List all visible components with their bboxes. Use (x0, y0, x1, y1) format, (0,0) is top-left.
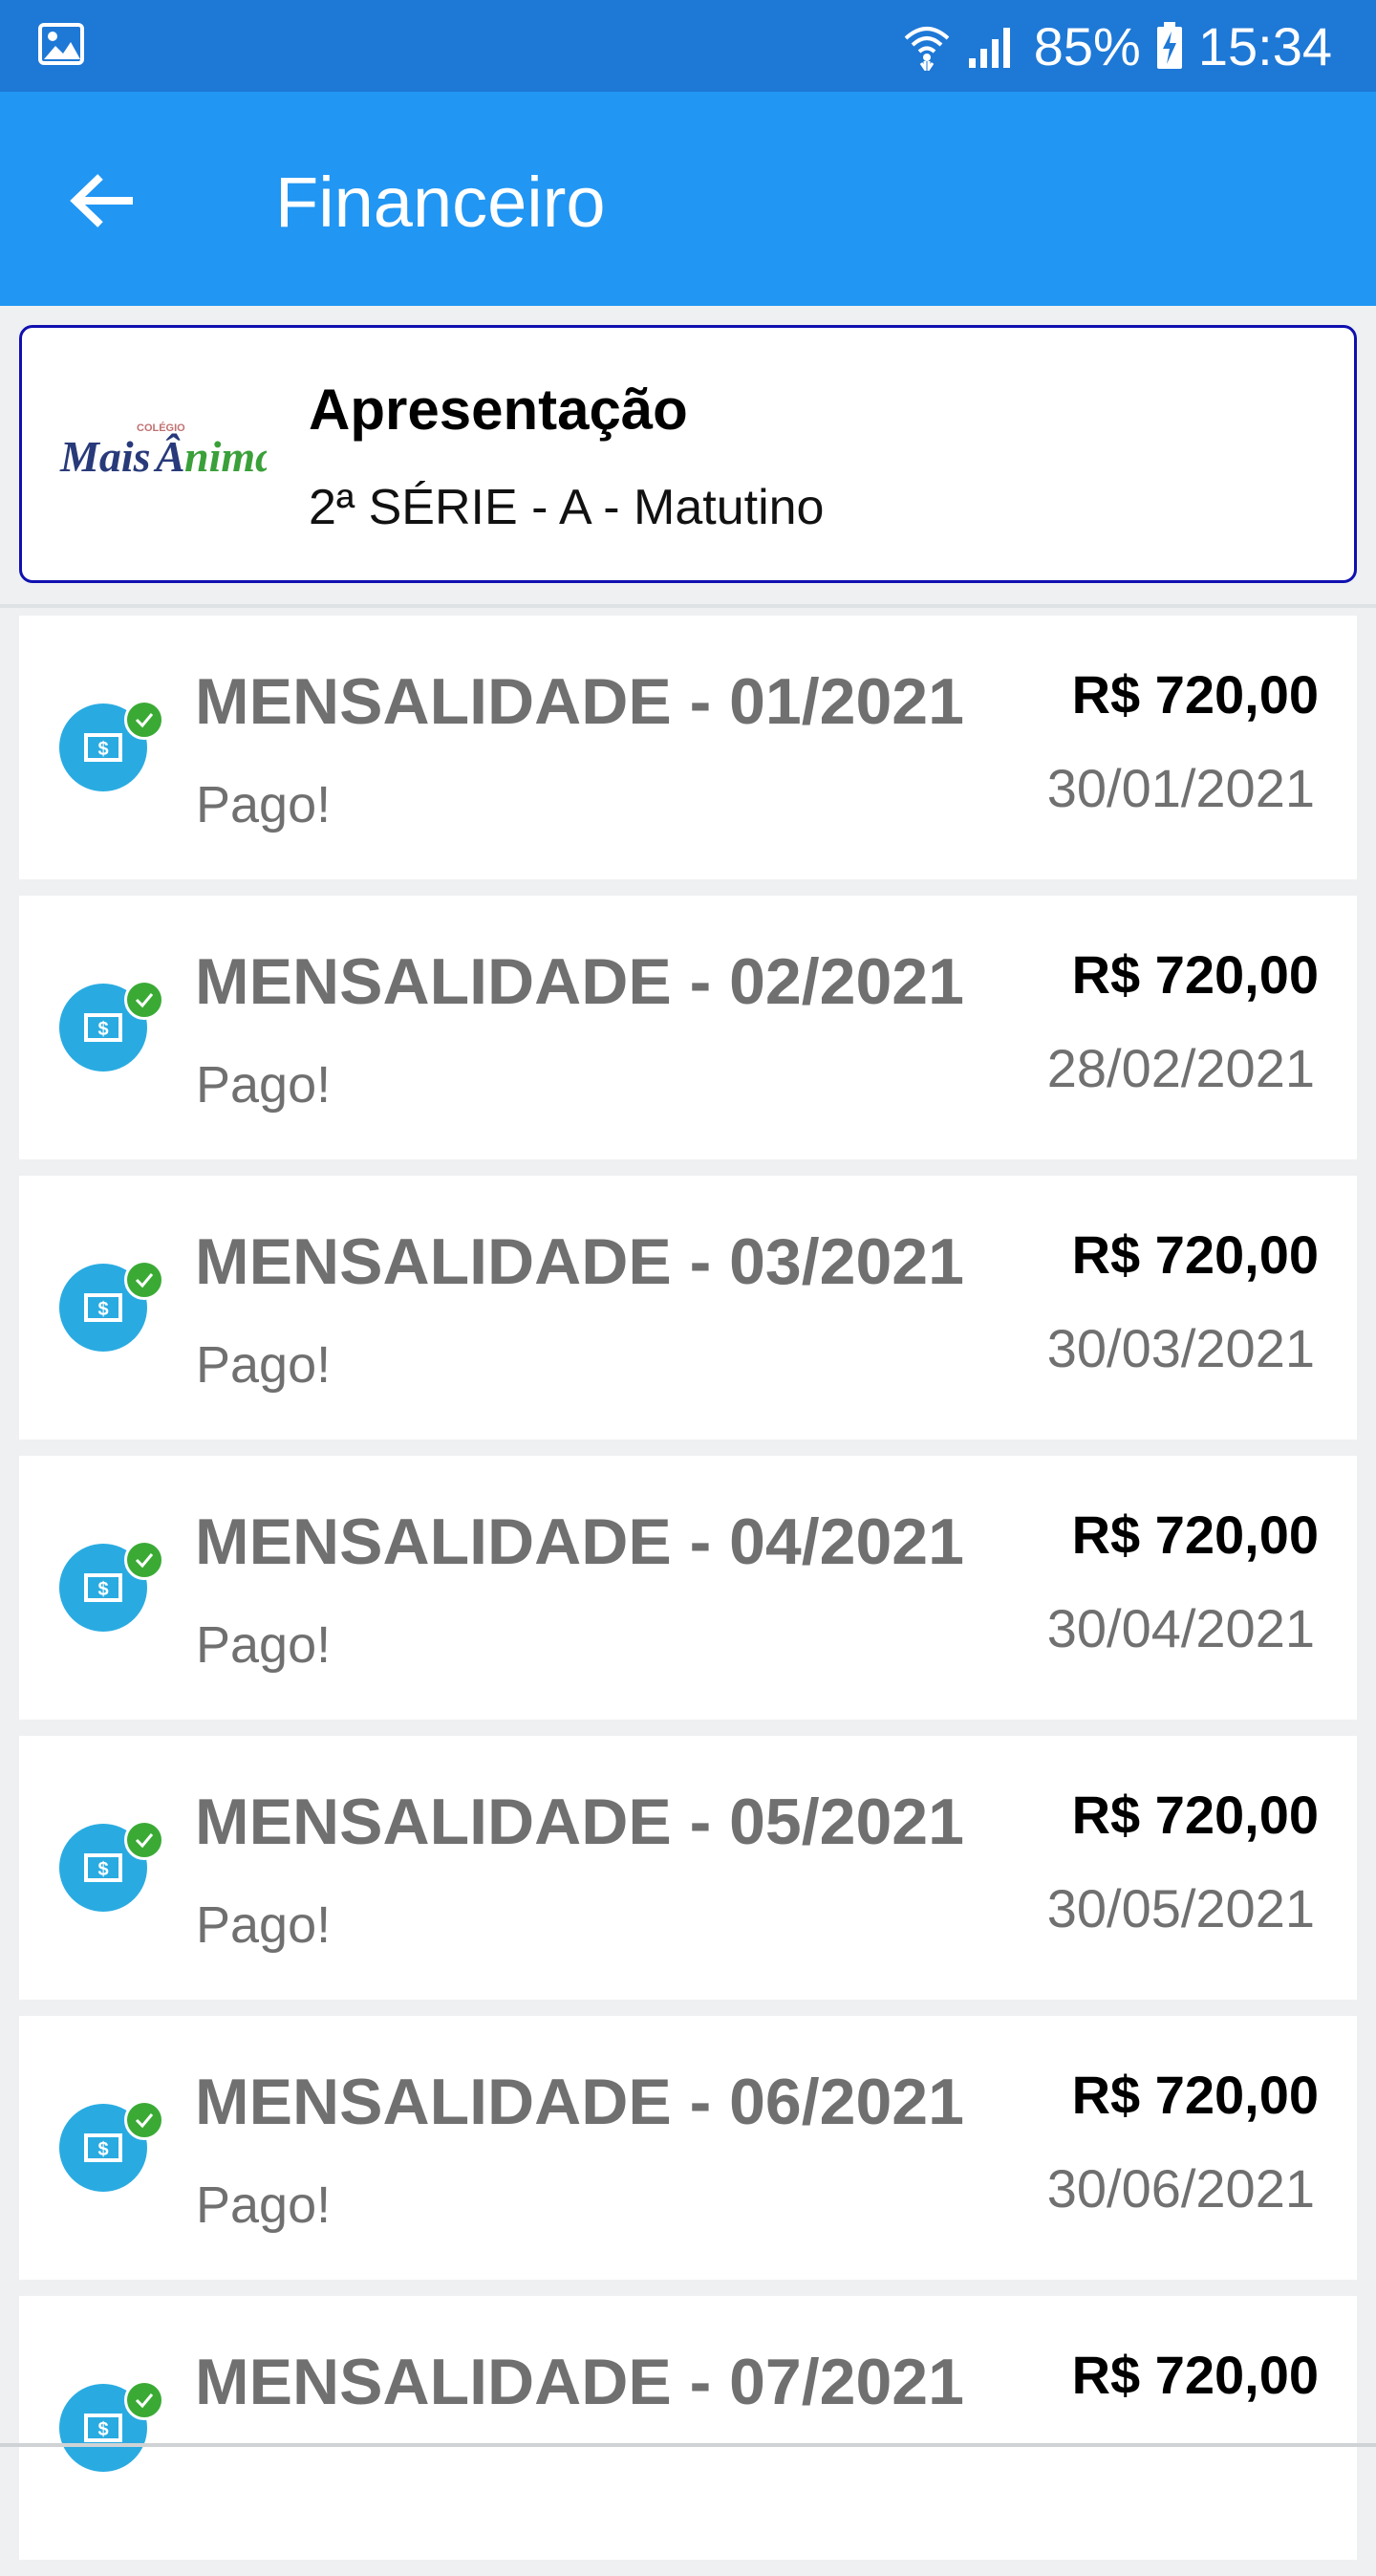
item-status: Pago! (196, 1896, 332, 1954)
battery-charging-icon (1156, 22, 1183, 70)
school-logo: COLÉGIO Mais Â nima (56, 389, 277, 523)
item-title: MENSALIDADE - 07/2021 (195, 2346, 964, 2418)
item-date: 30/01/2021 (1046, 758, 1315, 818)
item-status: Pago! (196, 2176, 332, 2234)
item-date: 30/06/2021 (1046, 2158, 1315, 2219)
item-amount: R$ 720,00 (1071, 2065, 1319, 2125)
list-item[interactable]: $ MENSALIDADE - 02/2021 Pago! R$ 720,00 … (19, 896, 1357, 1159)
item-amount: R$ 720,00 (1071, 944, 1319, 1005)
check-icon (124, 980, 164, 1020)
check-icon (124, 1540, 164, 1580)
school-class: 2ª SÉRIE - A - Matutino (309, 480, 825, 535)
item-title: MENSALIDADE - 01/2021 (195, 665, 964, 738)
svg-text:nima: nima (184, 432, 267, 481)
school-card[interactable]: COLÉGIO Mais Â nima Apresentação 2ª SÉRI… (19, 325, 1357, 583)
svg-text:$: $ (97, 2139, 108, 2160)
check-icon (124, 1260, 164, 1300)
item-status: Pago! (196, 1616, 332, 1674)
item-amount: R$ 720,00 (1071, 1785, 1319, 1845)
item-status: Pago! (196, 1336, 332, 1394)
check-icon (124, 1820, 164, 1860)
item-title: MENSALIDADE - 05/2021 (195, 1786, 964, 1858)
bottom-edge (0, 2443, 1376, 2447)
item-title: MENSALIDADE - 06/2021 (195, 2066, 964, 2138)
svg-text:Â: Â (153, 432, 185, 481)
check-icon (124, 700, 164, 740)
page-title: Financeiro (275, 162, 606, 242)
check-icon (124, 2100, 164, 2140)
item-title: MENSALIDADE - 04/2021 (195, 1505, 964, 1578)
list-item[interactable]: $ MENSALIDADE - 06/2021 Pago! R$ 720,00 … (19, 2016, 1357, 2280)
school-name: Apresentação (309, 378, 688, 442)
list-item[interactable]: $ MENSALIDADE - 03/2021 Pago! R$ 720,00 … (19, 1176, 1357, 1440)
item-date: 30/05/2021 (1046, 1878, 1315, 1938)
item-amount: R$ 720,00 (1071, 1224, 1319, 1285)
arrow-back-icon (70, 174, 133, 227)
item-date: 28/02/2021 (1046, 1038, 1315, 1098)
status-bar: 85% 15:34 (0, 0, 1376, 92)
signal-icon (967, 22, 1019, 70)
svg-text:$: $ (97, 1019, 108, 1040)
item-title: MENSALIDADE - 03/2021 (195, 1225, 964, 1298)
list-item[interactable]: $ MENSALIDADE - 01/2021 Pago! R$ 720,00 … (19, 616, 1357, 879)
app-bar: Financeiro (0, 92, 1376, 306)
svg-text:$: $ (97, 2419, 108, 2440)
item-date: 30/04/2021 (1046, 1598, 1315, 1658)
list-item[interactable]: $ MENSALIDADE - 05/2021 Pago! R$ 720,00 … (19, 1736, 1357, 2000)
wifi-icon (902, 21, 952, 71)
item-amount: R$ 720,00 (1071, 1504, 1319, 1565)
payment-list: $ MENSALIDADE - 01/2021 Pago! R$ 720,00 … (19, 616, 1357, 2576)
check-icon (124, 2380, 164, 2420)
item-status: Pago! (196, 1056, 332, 1114)
svg-text:$: $ (97, 1579, 108, 1600)
item-title: MENSALIDADE - 02/2021 (195, 945, 964, 1018)
image-icon (38, 23, 84, 69)
item-amount: R$ 720,00 (1071, 2345, 1319, 2405)
battery-label: 85% (1033, 15, 1141, 76)
back-button[interactable] (54, 151, 153, 250)
item-date: 30/03/2021 (1046, 1318, 1315, 1378)
list-item[interactable]: $ MENSALIDADE - 04/2021 Pago! R$ 720,00 … (19, 1456, 1357, 1720)
item-amount: R$ 720,00 (1071, 664, 1319, 725)
svg-text:Mais: Mais (59, 432, 151, 481)
item-status: Pago! (196, 776, 332, 833)
divider (0, 604, 1376, 608)
svg-text:$: $ (97, 1299, 108, 1320)
svg-text:$: $ (97, 739, 108, 760)
clock: 15:34 (1197, 15, 1332, 76)
svg-text:$: $ (97, 1859, 108, 1880)
list-item[interactable]: $ MENSALIDADE - 07/2021 R$ 720,00 (19, 2296, 1357, 2560)
